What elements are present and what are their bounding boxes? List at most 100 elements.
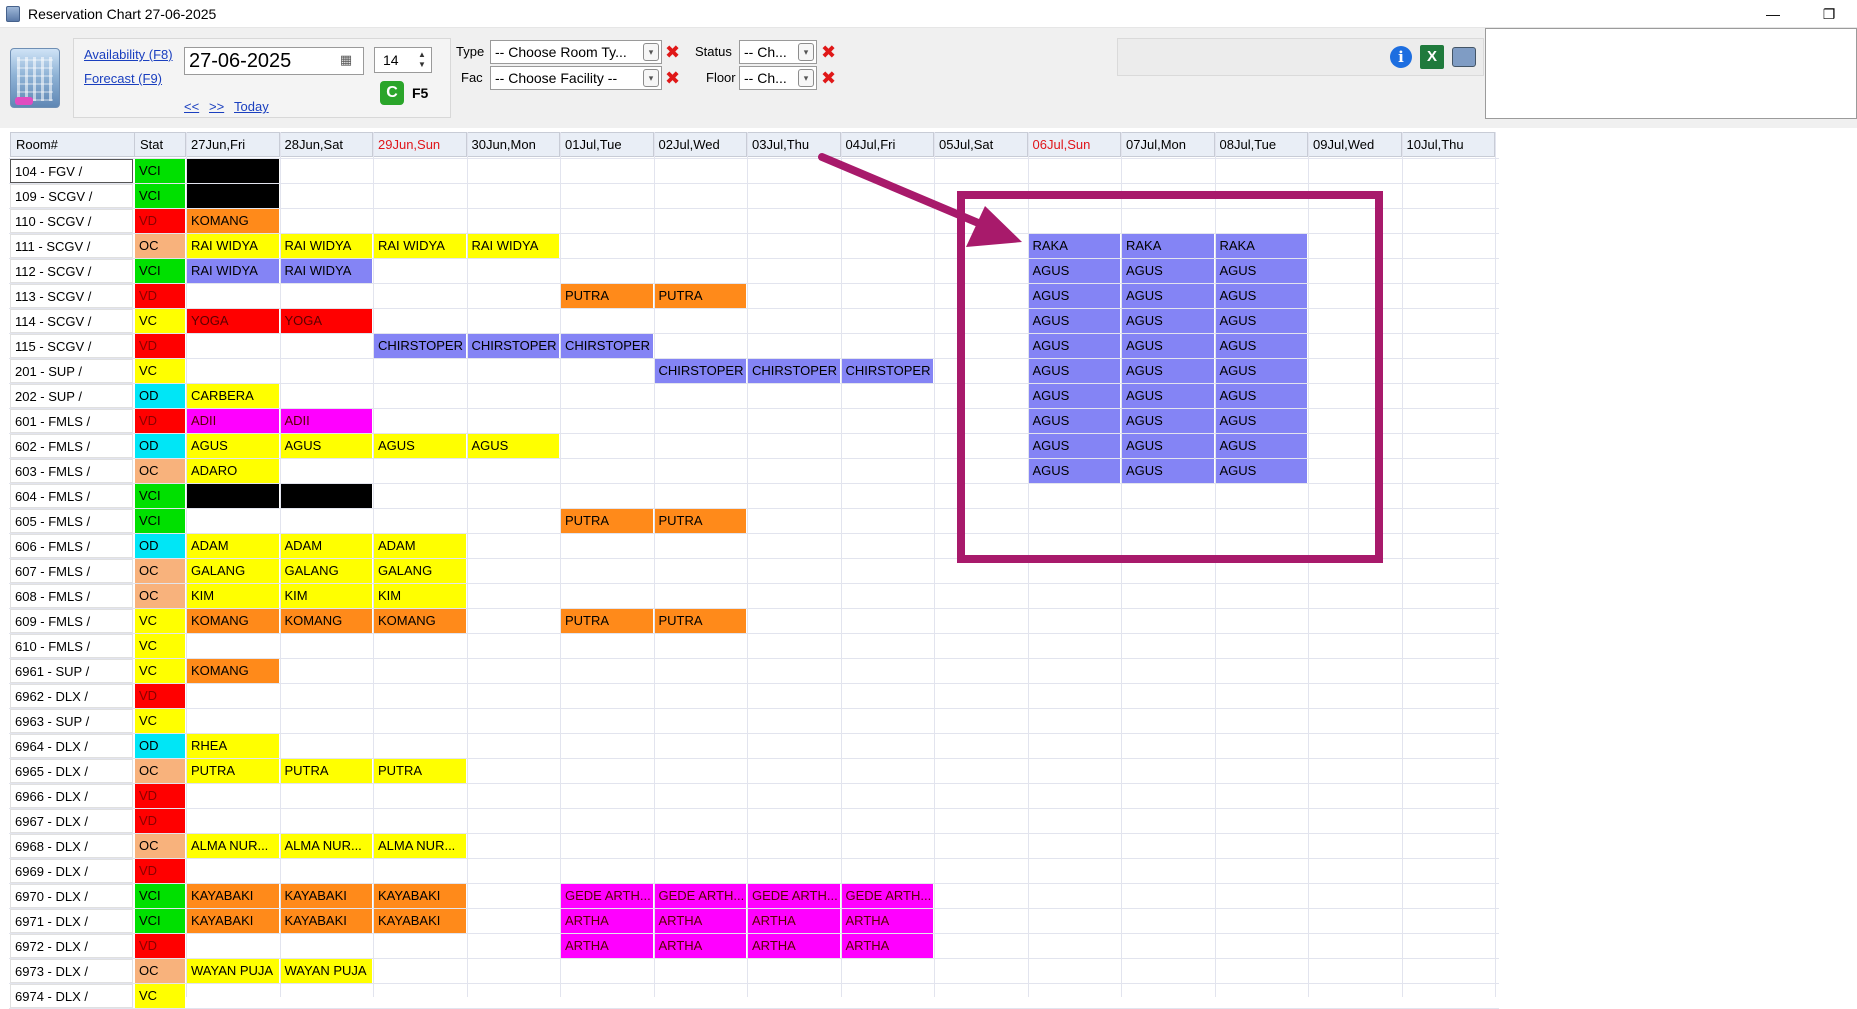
clear-floor-icon[interactable]: ✖: [821, 69, 836, 87]
forecast-link[interactable]: Forecast (F9): [84, 71, 162, 86]
booking-cell[interactable]: KAYABAKI: [374, 884, 467, 908]
booking-cell[interactable]: KOMANG: [374, 609, 467, 633]
date-column-header[interactable]: 05Jul,Sat: [934, 132, 1028, 157]
room-cell[interactable]: 6961 - SUP /: [10, 659, 133, 683]
booking-cell[interactable]: ALMA NUR...: [187, 834, 280, 858]
status-cell[interactable]: OC: [135, 759, 185, 783]
date-column-header[interactable]: 07Jul,Mon: [1121, 132, 1215, 157]
status-select[interactable]: -- Ch... ▾: [739, 40, 817, 64]
status-cell[interactable]: VC: [135, 709, 185, 733]
room-cell[interactable]: 201 - SUP /: [10, 359, 133, 383]
booking-cell[interactable]: RAI WIDYA: [467, 234, 560, 258]
print-icon[interactable]: [1452, 47, 1476, 67]
clear-type-icon[interactable]: ✖: [665, 43, 680, 61]
status-cell[interactable]: OD: [135, 434, 185, 458]
status-cell[interactable]: OD: [135, 534, 185, 558]
date-column-header[interactable]: 30Jun,Mon: [466, 132, 560, 157]
room-cell[interactable]: 608 - FMLS /: [10, 584, 133, 608]
room-cell[interactable]: 6968 - DLX /: [10, 834, 133, 858]
booking-cell[interactable]: GEDE ARTH...: [561, 884, 654, 908]
booking-cell[interactable]: GALANG: [280, 559, 373, 583]
booking-cell[interactable]: WAYAN PUJA: [280, 959, 373, 983]
status-cell[interactable]: VD: [135, 784, 185, 808]
stat-column-header[interactable]: Stat: [135, 132, 186, 157]
booking-cell[interactable]: PUTRA: [280, 759, 373, 783]
status-cell[interactable]: VC: [135, 309, 185, 333]
status-cell[interactable]: OC: [135, 459, 185, 483]
clear-status-icon[interactable]: ✖: [821, 43, 836, 61]
booking-cell[interactable]: GEDE ARTH...: [748, 884, 841, 908]
booking-cell[interactable]: KIM: [374, 584, 467, 608]
booking-cell[interactable]: CHIRSTOPER: [841, 359, 934, 383]
booking-cell[interactable]: ALMA NUR...: [280, 834, 373, 858]
today-link[interactable]: Today: [234, 99, 269, 114]
booking-cell[interactable]: RAI WIDYA: [187, 259, 280, 283]
status-cell[interactable]: VD: [135, 284, 185, 308]
minimize-button[interactable]: —: [1750, 2, 1796, 26]
date-column-header[interactable]: 02Jul,Wed: [653, 132, 747, 157]
restore-button[interactable]: ❐: [1806, 2, 1852, 26]
status-cell[interactable]: VC: [135, 359, 185, 383]
booking-cell[interactable]: [187, 184, 280, 208]
booking-cell[interactable]: KAYABAKI: [280, 884, 373, 908]
room-cell[interactable]: 202 - SUP /: [10, 384, 133, 408]
booking-cell[interactable]: ARTHA: [748, 934, 841, 958]
booking-cell[interactable]: ADAM: [187, 534, 280, 558]
booking-cell[interactable]: AGUS: [374, 434, 467, 458]
room-cell[interactable]: 6970 - DLX /: [10, 884, 133, 908]
room-cell[interactable]: 607 - FMLS /: [10, 559, 133, 583]
booking-cell[interactable]: RAI WIDYA: [187, 234, 280, 258]
room-cell[interactable]: 605 - FMLS /: [10, 509, 133, 533]
booking-cell[interactable]: KOMANG: [187, 609, 280, 633]
booking-cell[interactable]: ARTHA: [654, 934, 747, 958]
room-cell[interactable]: 606 - FMLS /: [10, 534, 133, 558]
booking-cell[interactable]: CHIRSTOPER: [561, 334, 654, 358]
date-column-header[interactable]: 10Jul,Thu: [1401, 132, 1495, 157]
booking-cell[interactable]: KIM: [280, 584, 373, 608]
room-cell[interactable]: 602 - FMLS /: [10, 434, 133, 458]
date-column-header[interactable]: 29Jun,Sun: [373, 132, 467, 157]
booking-cell[interactable]: GEDE ARTH...: [654, 884, 747, 908]
status-cell[interactable]: VC: [135, 634, 185, 658]
room-cell[interactable]: 6964 - DLX /: [10, 734, 133, 758]
status-cell[interactable]: VCI: [135, 509, 185, 533]
dropdown-arrow-icon[interactable]: ▾: [643, 43, 659, 61]
room-cell[interactable]: 6971 - DLX /: [10, 909, 133, 933]
room-cell[interactable]: 6962 - DLX /: [10, 684, 133, 708]
date-column-header[interactable]: 06Jul,Sun: [1027, 132, 1121, 157]
days-stepper[interactable]: 14 ▲ ▼: [374, 47, 432, 73]
booking-cell[interactable]: PUTRA: [187, 759, 280, 783]
date-column-header[interactable]: 08Jul,Tue: [1214, 132, 1308, 157]
booking-cell[interactable]: PUTRA: [654, 284, 747, 308]
info-icon[interactable]: i: [1390, 46, 1412, 68]
room-cell[interactable]: 609 - FMLS /: [10, 609, 133, 633]
booking-cell[interactable]: GEDE ARTH...: [841, 884, 934, 908]
booking-cell[interactable]: PUTRA: [561, 284, 654, 308]
room-cell[interactable]: 112 - SCGV /: [10, 259, 133, 283]
room-cell[interactable]: 610 - FMLS /: [10, 634, 133, 658]
booking-cell[interactable]: ADII: [280, 409, 373, 433]
booking-cell[interactable]: KAYABAKI: [280, 909, 373, 933]
booking-cell[interactable]: GALANG: [187, 559, 280, 583]
status-cell[interactable]: OD: [135, 384, 185, 408]
room-cell[interactable]: 6974 - DLX /: [10, 984, 133, 1008]
status-cell[interactable]: VD: [135, 334, 185, 358]
booking-cell[interactable]: YOGA: [280, 309, 373, 333]
date-column-header[interactable]: 09Jul,Wed: [1308, 132, 1402, 157]
booking-cell[interactable]: ADAM: [374, 534, 467, 558]
booking-cell[interactable]: KOMANG: [187, 659, 280, 683]
booking-cell[interactable]: CHIRSTOPER: [374, 334, 467, 358]
clear-facility-icon[interactable]: ✖: [665, 69, 680, 87]
booking-cell[interactable]: ARTHA: [654, 909, 747, 933]
booking-cell[interactable]: PUTRA: [561, 609, 654, 633]
room-cell[interactable]: 603 - FMLS /: [10, 459, 133, 483]
room-cell[interactable]: 114 - SCGV /: [10, 309, 133, 333]
status-cell[interactable]: OC: [135, 834, 185, 858]
room-cell[interactable]: 601 - FMLS /: [10, 409, 133, 433]
dropdown-arrow-icon[interactable]: ▾: [643, 69, 659, 87]
status-cell[interactable]: VCI: [135, 909, 185, 933]
booking-cell[interactable]: KAYABAKI: [187, 909, 280, 933]
booking-cell[interactable]: RAI WIDYA: [280, 259, 373, 283]
booking-cell[interactable]: CHIRSTOPER: [654, 359, 747, 383]
facility-select[interactable]: -- Choose Facility -- ▾: [490, 66, 662, 90]
